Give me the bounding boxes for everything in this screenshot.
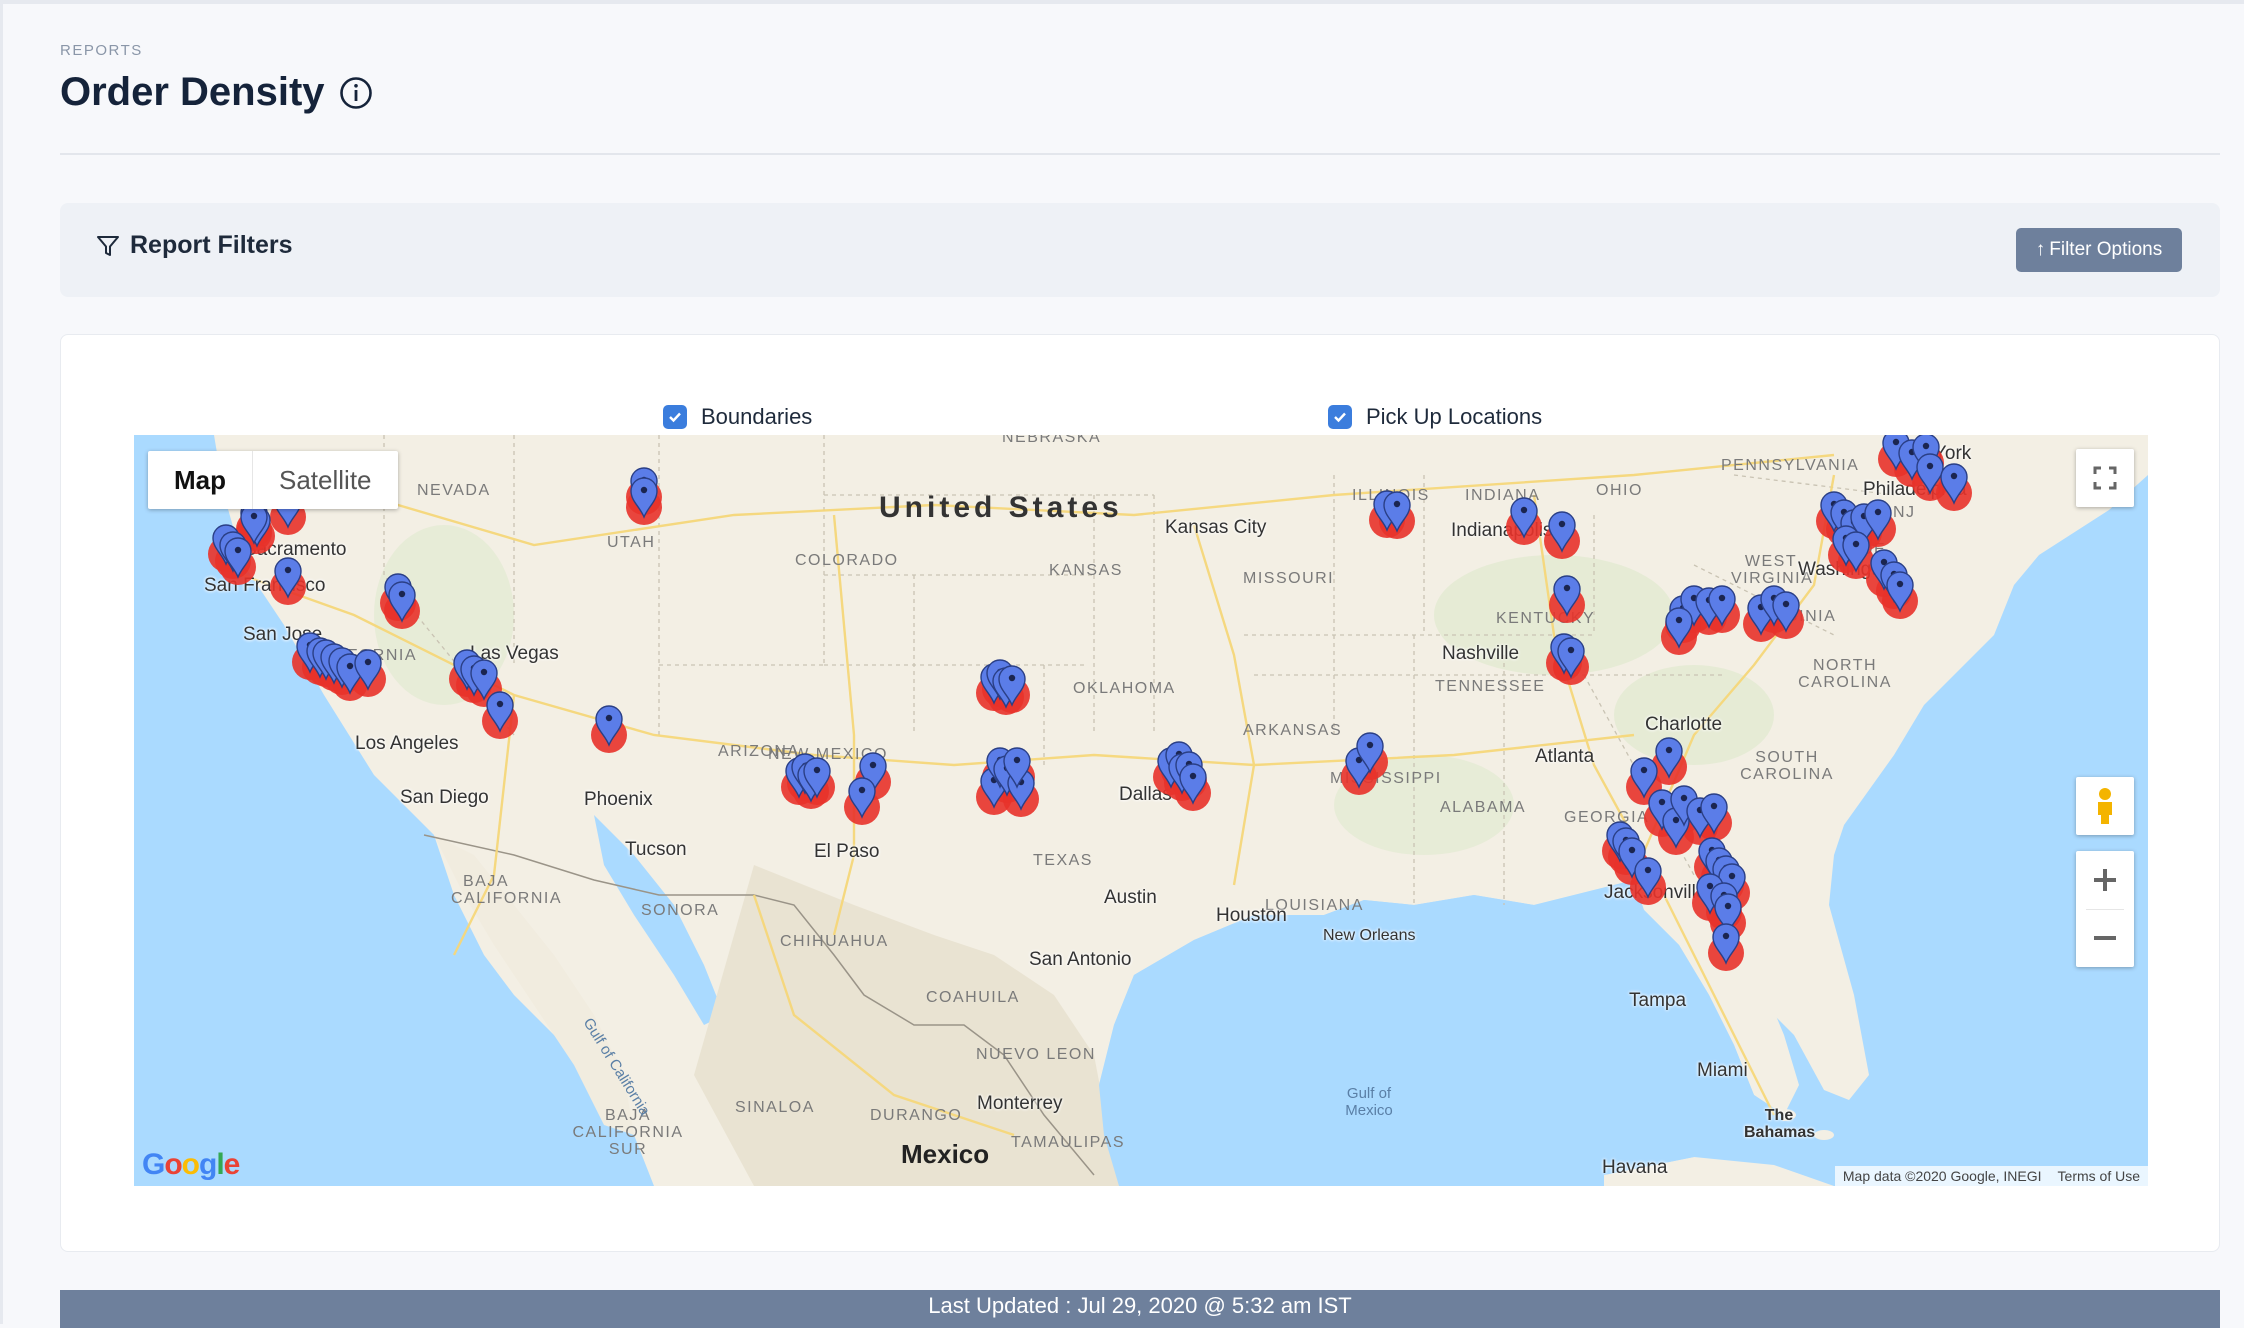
map-type-control: Map Satellite: [148, 451, 398, 509]
arrow-up-icon: ↑: [2035, 239, 2046, 260]
map-type-satellite-button[interactable]: Satellite: [253, 451, 398, 509]
report-filters-panel: Report Filters ↑ Filter Options: [60, 203, 2220, 297]
pegman-icon: [2098, 788, 2112, 824]
info-icon[interactable]: [339, 76, 373, 110]
funnel-icon: [97, 235, 119, 256]
checkbox-checked-icon[interactable]: [1328, 405, 1352, 429]
checkbox-checked-icon[interactable]: [663, 405, 687, 429]
fullscreen-icon: [2093, 466, 2117, 490]
pickup-markers-layer: [208, 435, 1972, 971]
map-attribution: Map data ©2020 Google, INEGI Terms of Us…: [1834, 1166, 2148, 1186]
page: REPORTS Order Density Report Filters ↑ F…: [0, 0, 2244, 1328]
filter-options-label: Filter Options: [2049, 239, 2163, 260]
report-filters-label: Report Filters: [130, 231, 293, 259]
google-logo: Google: [142, 1148, 240, 1181]
pickup-locations-toggle[interactable]: Pick Up Locations: [1328, 404, 1542, 430]
page-title-row: Order Density: [60, 70, 373, 115]
zoom-in-icon[interactable]: [2076, 851, 2134, 909]
terms-of-use-link[interactable]: Terms of Use: [2058, 1168, 2140, 1184]
street-view-button[interactable]: [2076, 777, 2134, 835]
report-filters-header[interactable]: Report Filters: [96, 231, 293, 260]
header-divider: [60, 153, 2220, 155]
order-density-map[interactable]: NEBRASKA NEVADA UTAH COLORADO KANSAS MIS…: [134, 435, 2148, 1186]
fullscreen-button[interactable]: [2076, 449, 2134, 507]
boundaries-toggle[interactable]: Boundaries: [663, 404, 812, 430]
zoom-out-icon[interactable]: [2076, 909, 2134, 967]
map-type-map-button[interactable]: Map: [148, 451, 253, 509]
zoom-control: [2076, 851, 2134, 967]
boundaries-label: Boundaries: [701, 404, 813, 429]
pickup-locations-label: Pick Up Locations: [1366, 404, 1543, 429]
filter-options-button[interactable]: ↑ Filter Options: [2016, 228, 2182, 272]
last-updated-bar: Last Updated : Jul 29, 2020 @ 5:32 am IS…: [60, 1290, 2220, 1328]
page-title: Order Density: [60, 70, 325, 114]
breadcrumb: REPORTS: [60, 42, 143, 59]
map-data-credit: Map data ©2020 Google, INEGI: [1842, 1168, 2042, 1184]
